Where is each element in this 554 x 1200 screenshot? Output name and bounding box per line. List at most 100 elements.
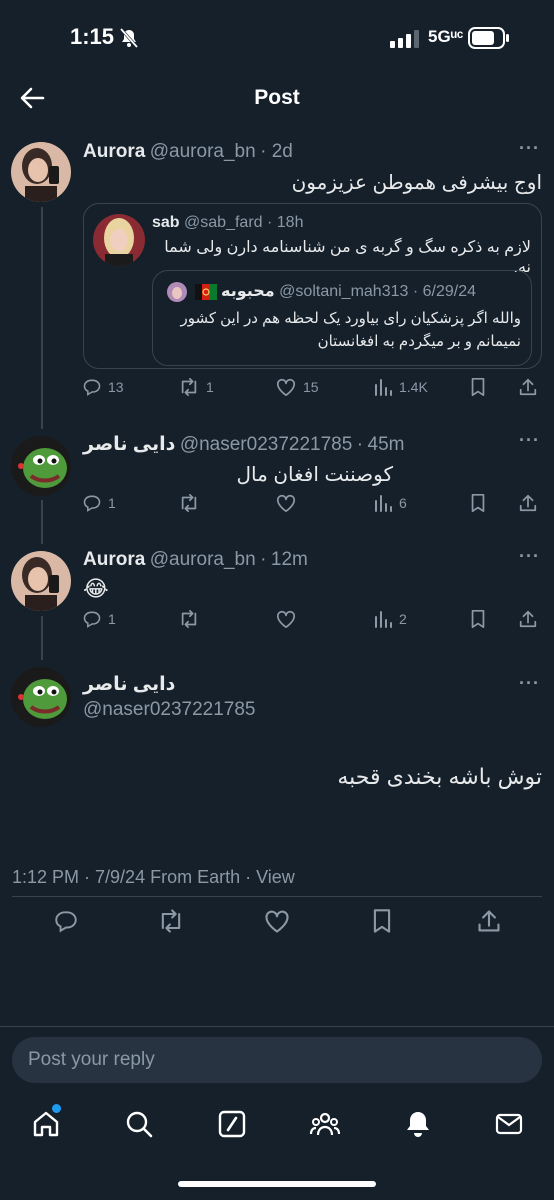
quote-author-row: sab @sab_fard · 18h [152, 214, 304, 231]
views-icon [375, 611, 392, 628]
bookmark-icon[interactable] [371, 908, 393, 934]
like-icon [276, 610, 296, 629]
cellular-signal-icon [390, 30, 419, 48]
post-text: کوصننت افغان مال [236, 464, 393, 486]
like-count: 15 [303, 379, 319, 395]
post-meta: 1:12 PM · 7/9/24 From Earth · View [12, 867, 295, 887]
author-handle[interactable]: @naser0237221785 [180, 434, 352, 455]
views-count: 6 [399, 495, 407, 511]
reply-count: 1 [108, 495, 116, 511]
share-button[interactable] [518, 493, 538, 513]
more-options-icon[interactable]: ··· [519, 138, 540, 159]
inner-quote-text-line2: نمیمانم و بر میگردم به افغانستان [317, 333, 521, 350]
inner-quote-text-line1: والله اگر پزشکیان رای بیاورد یک لحظه هم … [180, 310, 521, 327]
quote-author-handle: @sab_fard [184, 214, 263, 231]
avatar[interactable] [11, 667, 71, 727]
share-icon [519, 494, 537, 512]
share-icon [519, 610, 537, 628]
quote-age: 18h [276, 214, 304, 231]
tab-notifications[interactable] [402, 1108, 434, 1145]
author-handle[interactable]: @naser0237221785 [83, 699, 255, 721]
repost-button[interactable] [178, 609, 200, 629]
post-age: 2d [271, 141, 293, 162]
post-author-row: دایی ناصر @naser0237221785 · 45m [83, 434, 405, 455]
avatar[interactable] [11, 551, 71, 611]
main-actions [0, 906, 554, 938]
bookmark-icon [471, 377, 485, 397]
post-text: 😂 [83, 576, 109, 601]
views-button[interactable]: 2 [373, 609, 407, 629]
divider [12, 896, 542, 897]
inner-quote-author-row: محبوبه @soltani_mah313 · 6/29/24 [221, 283, 477, 300]
page-title: Post [254, 86, 300, 109]
reply-icon[interactable] [53, 908, 79, 934]
share-icon[interactable] [476, 908, 502, 934]
reply-button[interactable]: 13 [82, 377, 124, 397]
home-indicator [178, 1181, 376, 1187]
reply-button[interactable]: 1 [82, 493, 116, 513]
avatar [167, 282, 187, 302]
views-button[interactable]: 1.4K [373, 377, 428, 397]
bookmark-button[interactable] [469, 377, 487, 397]
search-icon [126, 1111, 153, 1138]
share-button[interactable] [518, 377, 538, 397]
more-options-icon[interactable]: ··· [519, 430, 540, 451]
bookmark-icon [471, 493, 485, 513]
repost-icon [181, 493, 197, 513]
afghanistan-flag-icon [195, 284, 217, 300]
author-handle[interactable]: @aurora_bn [150, 549, 256, 570]
like-button[interactable] [275, 609, 297, 629]
repost-button[interactable] [178, 493, 200, 513]
status-time: 1:15 [70, 24, 115, 49]
reply-placeholder: Post your reply [28, 1049, 155, 1070]
repost-button[interactable]: 1 [178, 377, 214, 397]
avatar[interactable] [11, 436, 71, 496]
bookmark-button[interactable] [469, 609, 487, 629]
messages-icon [495, 1113, 523, 1135]
post-author-row: Aurora @aurora_bn · 12m [83, 549, 308, 570]
notifications-icon [407, 1112, 429, 1137]
like-icon[interactable] [263, 908, 291, 934]
author-name[interactable]: Aurora [83, 141, 145, 162]
main-post-text: توش باشه بخندی قحبه [337, 764, 542, 789]
avatar[interactable] [11, 142, 71, 202]
reply-count: 1 [108, 611, 116, 627]
repost-icon[interactable] [157, 908, 185, 934]
post-author-row: Aurora @aurora_bn · 2d [83, 141, 293, 162]
quote-card[interactable]: sab @sab_fard · 18h لازم به ذکره سگ و گر… [83, 203, 542, 369]
thread-line [41, 207, 43, 429]
like-button[interactable]: 15 [275, 377, 319, 397]
views-icon [375, 495, 392, 512]
bell-off-icon [119, 28, 139, 48]
repost-icon [181, 609, 197, 629]
reply-input[interactable]: Post your reply [12, 1037, 542, 1083]
tab-search[interactable] [123, 1108, 155, 1145]
reply-button[interactable]: 1 [82, 609, 116, 629]
bookmark-button[interactable] [469, 493, 487, 513]
more-options-icon[interactable]: ··· [519, 546, 540, 567]
battery-icon [468, 27, 509, 49]
author-name[interactable]: Aurora [83, 549, 145, 570]
tab-grok[interactable] [216, 1108, 248, 1145]
avatar [93, 214, 145, 266]
like-icon [276, 494, 296, 513]
inner-quote-age: 6/29/24 [422, 283, 477, 300]
like-button[interactable] [275, 493, 297, 513]
inner-quote-card[interactable]: محبوبه @soltani_mah313 · 6/29/24 والله ا… [152, 270, 532, 366]
share-icon [519, 378, 537, 396]
author-name[interactable]: دایی ناصر [83, 434, 175, 455]
reply-count: 13 [108, 379, 124, 395]
tab-communities[interactable] [309, 1108, 341, 1145]
quote-author-name: sab [152, 214, 180, 231]
views-button[interactable]: 6 [373, 493, 407, 513]
post-actions: 1 6 [80, 493, 542, 523]
more-options-icon[interactable]: ··· [519, 673, 540, 694]
author-name[interactable]: دایی ناصر [83, 673, 175, 696]
notification-dot [52, 1104, 61, 1113]
post-age: 12m [270, 549, 308, 570]
tab-messages[interactable] [494, 1108, 524, 1145]
tab-home[interactable] [30, 1104, 62, 1145]
share-button[interactable] [518, 609, 538, 629]
author-handle[interactable]: @aurora_bn [150, 141, 256, 162]
reply-icon [83, 611, 101, 628]
